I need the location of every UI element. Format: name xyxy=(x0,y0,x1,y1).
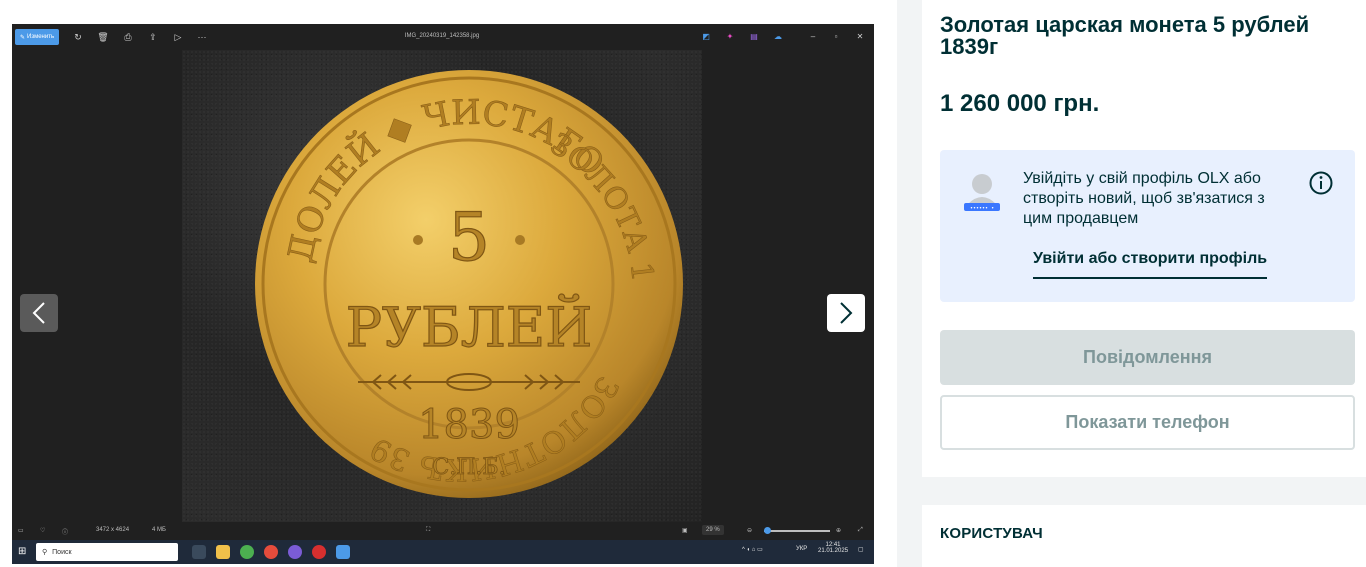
taskbar-search-label: Поиск xyxy=(52,548,72,556)
close-icon[interactable]: ✕ xyxy=(854,31,866,43)
viewer-toolbar: ✎ Изменить ↻ 🗑 ⎙ ⇪ ▷ ··· IMG_20240319_14… xyxy=(12,24,874,50)
coin-denomination: РУБЛЕЙ xyxy=(346,293,593,359)
image-dimensions: 3472 x 4624 xyxy=(96,527,130,533)
windows-start-icon[interactable]: ⊞ xyxy=(18,546,26,557)
zoom-in-icon[interactable]: ⊕ xyxy=(836,527,841,534)
viewer-canvas: ДОЛЕЙ ◆ ЧИСТАГО ЗОЛОТА 1 ЗОЛОТНИКЪ 39 5 … xyxy=(12,50,874,522)
viber-icon[interactable] xyxy=(288,545,302,559)
search-icon: ⚲ xyxy=(42,549,48,556)
onedrive-icon[interactable]: ☁ xyxy=(772,31,784,43)
tray-date: 21.01.2025 xyxy=(818,548,849,554)
listing-price: 1 260 000 грн. xyxy=(940,90,1100,117)
info-icon[interactable] xyxy=(1308,170,1334,196)
tray-language[interactable]: УКР xyxy=(796,546,807,552)
svg-text:•••••• •: •••••• • xyxy=(970,206,994,212)
file-size: 4 МБ xyxy=(152,527,166,533)
viewer-status-bar: ▭ ♡ ⓘ 3472 x 4624 4 МБ ⛶ ▣ 29 % ⊖ ⊕ ⤢ xyxy=(12,522,874,540)
zoom-slider[interactable] xyxy=(764,530,830,532)
taskbar-search[interactable]: ⚲ Поиск xyxy=(36,543,178,561)
chrome-icon[interactable] xyxy=(240,545,254,559)
task-view-icon[interactable] xyxy=(192,545,206,559)
listing-photo[interactable]: ✎ Изменить ↻ 🗑 ⎙ ⇪ ▷ ··· IMG_20240319_14… xyxy=(12,24,874,564)
minimize-icon[interactable]: – xyxy=(807,31,819,43)
coin-year: 1839 xyxy=(418,402,520,448)
coin-value: 5 xyxy=(448,199,490,276)
gold-coin-image: ДОЛЕЙ ◆ ЧИСТАГО ЗОЛОТА 1 ЗОЛОТНИКЪ 39 5 … xyxy=(255,70,683,498)
rotate-icon[interactable]: ↻ xyxy=(72,31,84,43)
coin-mint-mark: С.П.Б. xyxy=(432,455,505,480)
photos-app-icon[interactable] xyxy=(336,545,350,559)
user-section-heading: КОРИСТУВАЧ xyxy=(940,525,1043,542)
page: ✎ Изменить ↻ 🗑 ⎙ ⇪ ▷ ··· IMG_20240319_14… xyxy=(0,0,1366,567)
notifications-icon[interactable]: ▢ xyxy=(858,546,864,553)
edit-ai-icon[interactable]: ◩ xyxy=(700,31,712,43)
favorite-icon[interactable]: ♡ xyxy=(40,527,45,534)
clipchamp-icon[interactable]: ▤ xyxy=(748,31,760,43)
photo-gallery: ✎ Изменить ↻ 🗑 ⎙ ⇪ ▷ ··· IMG_20240319_14… xyxy=(0,0,897,567)
show-phone-button[interactable]: Показати телефон xyxy=(940,395,1355,450)
listing-details-card: Золотая царская монета 5 рублей 1839г 1 … xyxy=(922,0,1366,477)
fit-screen-icon[interactable]: ⛶ xyxy=(426,527,430,534)
actual-size-icon[interactable]: ▣ xyxy=(682,527,688,534)
share-icon[interactable]: ⇪ xyxy=(147,31,159,43)
login-or-register-link[interactable]: Увійти або створити профіль xyxy=(1033,250,1268,279)
windows-taskbar: ⊞ ⚲ Поиск ^ ◖ ⌂ ▭ УКР 12:41 21.01.2025 ▢ xyxy=(12,540,874,564)
opera-icon[interactable] xyxy=(312,545,326,559)
more-icon[interactable]: ··· xyxy=(196,31,208,43)
fullscreen-icon[interactable]: ⤢ xyxy=(858,527,863,534)
maximize-icon[interactable]: ▫ xyxy=(830,31,842,43)
delete-icon[interactable]: 🗑 xyxy=(97,31,109,43)
edit-button-label: Изменить xyxy=(27,34,55,40)
pencil-icon: ✎ xyxy=(20,34,26,41)
listing-title: Золотая царская монета 5 рублей 1839г xyxy=(940,12,1310,59)
chevron-left-icon xyxy=(32,302,45,324)
login-user-icon: •••••• • xyxy=(964,174,1000,212)
info-circle-icon[interactable]: ⓘ xyxy=(62,527,68,536)
next-photo-button[interactable] xyxy=(827,294,865,332)
edit-button[interactable]: ✎ Изменить xyxy=(15,29,60,45)
slideshow-icon[interactable]: ▷ xyxy=(172,31,184,43)
user-card: КОРИСТУВАЧ xyxy=(922,505,1366,567)
zoom-level[interactable]: 29 % xyxy=(702,525,724,535)
zoom-slider-thumb[interactable] xyxy=(764,527,771,534)
viewer-filename: IMG_20240319_142358.jpg xyxy=(404,33,480,39)
login-prompt: •••••• • Увійдіть у свій профіль OLX або… xyxy=(940,150,1355,302)
designer-icon[interactable]: ✦ xyxy=(724,31,736,43)
previous-photo-button[interactable] xyxy=(20,294,58,332)
login-prompt-text: Увійдіть у свій профіль OLX або створіть… xyxy=(1023,170,1265,227)
tray-icons[interactable]: ^ ◖ ⌂ ▭ xyxy=(742,546,763,553)
message-button[interactable]: Повідомлення xyxy=(940,330,1355,385)
chevron-right-icon xyxy=(840,302,853,324)
tray-clock[interactable]: 12:41 21.01.2025 xyxy=(818,542,848,554)
filmstrip-icon[interactable]: ▭ xyxy=(18,527,24,534)
print-icon[interactable]: ⎙ xyxy=(122,31,134,43)
zoom-out-icon[interactable]: ⊖ xyxy=(747,527,752,534)
chrome-alt-icon[interactable] xyxy=(264,545,278,559)
file-explorer-icon[interactable] xyxy=(216,545,230,559)
